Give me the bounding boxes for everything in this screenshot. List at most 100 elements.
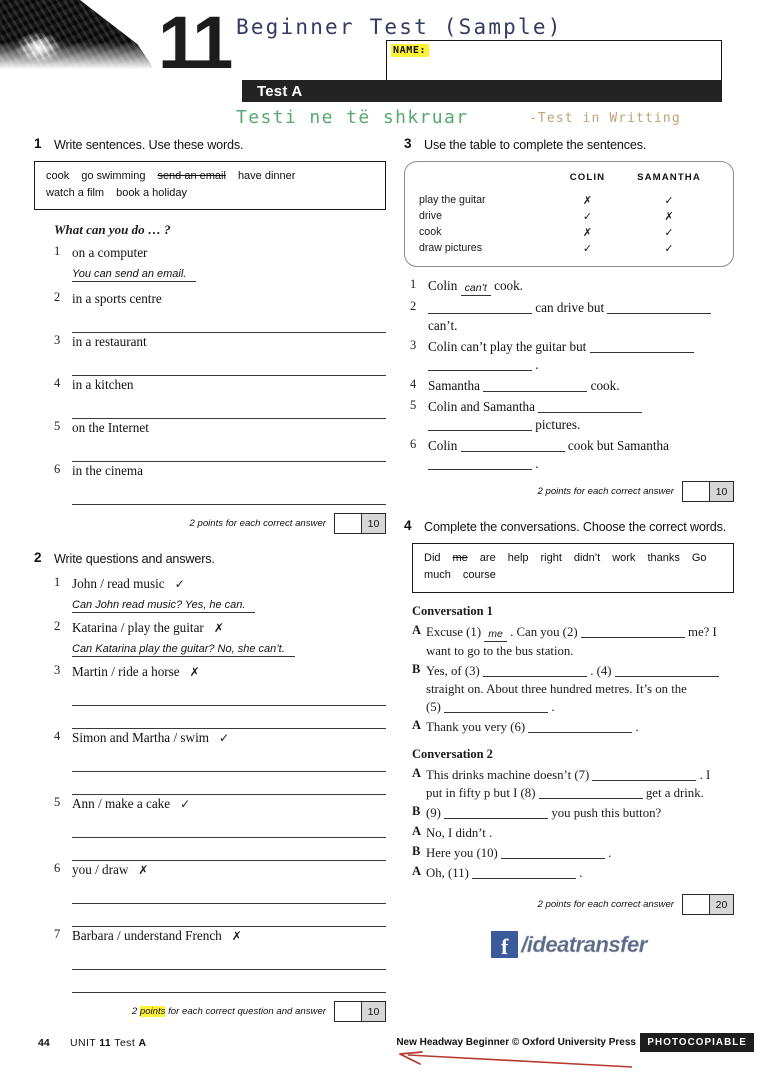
answer-blank-line[interactable] <box>72 838 386 862</box>
answer-blank-line[interactable] <box>72 815 386 839</box>
right-column: 3 Use the table to complete the sentence… <box>404 136 734 959</box>
answer-gap[interactable] <box>592 768 697 782</box>
answer-gap[interactable] <box>428 457 532 471</box>
item-text: Colin and Samantha pictures. <box>428 399 643 432</box>
dialogue-text: (9) you push this button? <box>426 806 662 821</box>
answer-gap[interactable] <box>528 720 633 734</box>
answer-blank-line[interactable] <box>72 310 386 334</box>
answer-blank-line[interactable] <box>72 683 386 707</box>
dialogue-text: This drinks machine doesn’t (7) . Iput i… <box>426 768 711 801</box>
answer-blank-line[interactable] <box>72 749 386 773</box>
answer-gap[interactable] <box>589 340 694 354</box>
exercise-4-score: 2 points for each correct answer 20 <box>404 894 734 916</box>
dialogue-line: A Oh, (11) . <box>404 864 734 882</box>
answer-gap[interactable] <box>538 400 643 414</box>
unit-number: 11 <box>158 1 233 84</box>
answer-gap[interactable] <box>614 664 719 678</box>
answer-gap[interactable] <box>500 846 605 860</box>
score-box[interactable]: 20 <box>682 894 734 916</box>
item-text: John / read music <box>72 576 165 592</box>
score-box[interactable]: 10 <box>334 513 386 535</box>
answer-blank-line[interactable] <box>72 772 386 796</box>
filled-answer[interactable]: Can John read music? Yes, he can. <box>72 599 256 614</box>
score-box[interactable]: 10 <box>334 1001 386 1023</box>
answer-gap[interactable] <box>428 418 532 432</box>
filled-answer[interactable]: can’t <box>460 282 491 297</box>
score-entry-field[interactable] <box>335 1002 361 1022</box>
dialogue-line: A Thank you very (6) . <box>404 718 734 736</box>
answer-blank-line[interactable] <box>72 947 386 971</box>
item-number: 4 <box>54 729 61 744</box>
name-field[interactable]: NAME: <box>386 40 722 82</box>
item-number: 5 <box>54 419 61 434</box>
answer-blank-line[interactable] <box>72 439 386 463</box>
exercise-3-title: Use the table to complete the sentences. <box>424 138 647 152</box>
filled-answer[interactable]: Can Katarina play the guitar? No, she ca… <box>72 643 295 658</box>
filled-answer[interactable]: You can send an email. <box>72 268 197 283</box>
score-entry-field[interactable] <box>683 895 709 915</box>
item-text: Katarina / play the guitar <box>72 620 204 636</box>
list-item: 2 in a sports centre <box>34 290 386 308</box>
answer-gap[interactable] <box>607 301 712 315</box>
answer-blank-line[interactable] <box>72 396 386 420</box>
cell-colin: ✗ <box>582 193 593 207</box>
list-item: 4 Samantha cook. <box>404 377 734 395</box>
score-label-pre: 2 <box>131 1006 140 1018</box>
answer-blank-line[interactable] <box>72 482 386 506</box>
annotation-arrow-icon <box>399 1051 632 1068</box>
decorative-photo-fragment <box>0 0 152 77</box>
exercise-1-title: Write sentences. Use these words. <box>54 138 244 152</box>
wordbank-word-struck: me <box>452 552 468 565</box>
answer-gap[interactable] <box>428 301 532 315</box>
column-header-samantha: SAMANTHA <box>637 172 701 183</box>
item-text: on a computer <box>72 245 148 261</box>
answer-gap[interactable] <box>428 358 532 372</box>
answer-gap[interactable] <box>538 786 643 800</box>
answer-blank-line[interactable] <box>72 353 386 377</box>
speaker-label: A <box>412 622 422 637</box>
item-number: 1 <box>54 244 61 259</box>
wordbank-word: course <box>462 569 496 582</box>
answer-gap[interactable] <box>472 866 577 880</box>
dialogue-line: B Here you (10) . <box>404 844 734 862</box>
answer-blank-line[interactable] <box>72 706 386 730</box>
wordbank-word-struck: send an email <box>157 170 226 182</box>
score-entry-field[interactable] <box>683 482 709 502</box>
answer-gap[interactable] <box>444 700 549 714</box>
answer-gap[interactable] <box>444 806 549 820</box>
dialogue-line: A Excuse (1) me . Can you (2) me? Iwant … <box>404 623 734 661</box>
item-number: 6 <box>54 861 61 876</box>
check-icon: ✓ <box>180 797 191 812</box>
row-label: play the guitar <box>419 194 486 206</box>
footer-test-word: Test <box>114 1037 136 1049</box>
exercise-4-number: 4 <box>404 518 412 534</box>
score-box[interactable]: 10 <box>682 481 734 503</box>
list-item: 6 in the cinema <box>34 462 386 480</box>
footer-unit-label: UNIT 11 Test A <box>70 1037 146 1049</box>
item-number: 6 <box>410 437 417 452</box>
exercise-1-wordbank: cook go swimming send an email have dinner w… <box>34 161 386 211</box>
answer-gap[interactable] <box>580 625 685 638</box>
footer-test-letter: A <box>138 1037 147 1049</box>
item-text: in a restaurant <box>72 334 147 350</box>
score-entry-field[interactable] <box>335 514 361 534</box>
answer-blank-line[interactable] <box>72 904 386 928</box>
score-label: 2 points for each correct answer <box>537 486 674 498</box>
answer-blank-line[interactable] <box>72 881 386 905</box>
answer-gap[interactable] <box>483 664 587 678</box>
item-text: can drive but can’t. <box>428 300 712 333</box>
answer-blank-line[interactable] <box>72 970 386 994</box>
row-label: drive <box>419 210 442 222</box>
answer-gap[interactable] <box>483 379 588 393</box>
wordbank-word: work <box>612 552 636 565</box>
dialogue-text: Thank you very (6) . <box>426 720 639 735</box>
score-label: 2 points for each correct answer <box>537 899 674 911</box>
exercise-3-score: 2 points for each correct answer 10 <box>404 481 734 503</box>
item-text: Colin can’t cook. <box>428 278 523 297</box>
item-text: Colin can’t play the guitar but . <box>428 339 694 372</box>
filled-answer[interactable]: me <box>484 628 507 643</box>
photocopiable-badge: PHOTOCOPIABLE <box>640 1033 754 1052</box>
score-max: 10 <box>361 1002 385 1022</box>
cell-samantha: ✓ <box>664 241 674 255</box>
answer-gap[interactable] <box>460 439 565 453</box>
